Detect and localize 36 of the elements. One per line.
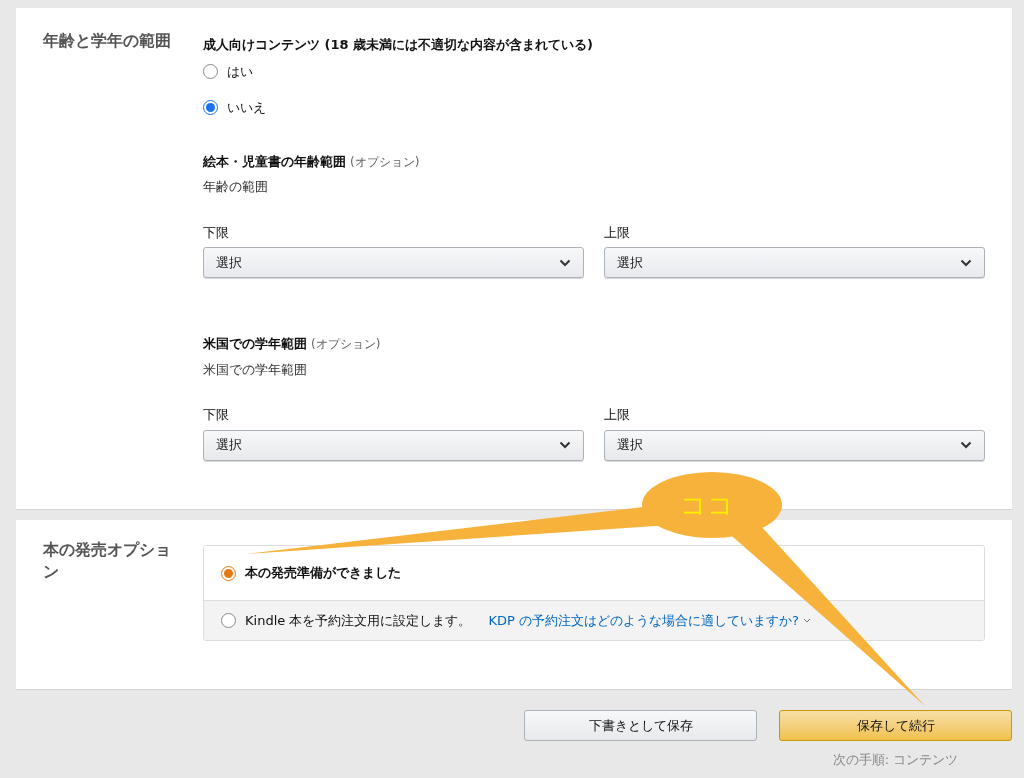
field-description: 年齢の範囲 <box>203 178 269 196</box>
dropdown-select[interactable]: 選択 <box>203 429 584 461</box>
save-draft-button[interactable]: 下書きとして保存 <box>524 710 757 741</box>
chevron-down-icon <box>559 441 571 449</box>
field-label: 上限 <box>604 406 631 424</box>
radio-button[interactable] <box>221 565 236 581</box>
callout-label: ココ <box>680 490 734 520</box>
radio-button[interactable] <box>203 63 218 79</box>
radio-button[interactable] <box>203 100 218 116</box>
section-heading: 年齢と学年の範囲 <box>43 31 171 50</box>
field-heading: 成人向けコンテンツ (18 歳未満には不適切な内容が含まれている) <box>203 36 595 54</box>
chevron-down-icon <box>802 618 811 623</box>
field-heading: 米国での学年範囲 <box>203 335 307 353</box>
next-step-text: 次の手順: コンテンツ <box>832 751 959 769</box>
field-label: 下限 <box>203 406 230 424</box>
radio-button[interactable] <box>221 613 236 628</box>
dropdown-select[interactable]: 選択 <box>203 247 584 278</box>
field-heading: 絵本・児童書の年齢範囲 <box>203 152 346 171</box>
chevron-down-icon <box>960 441 972 449</box>
chevron-down-icon <box>960 258 972 267</box>
save-continue-button[interactable]: 保存して続行 <box>779 710 1012 741</box>
option-label: Kindle 本を予約注文用に設定します。 <box>245 611 472 630</box>
optional-note: (オプション) <box>350 153 420 171</box>
radio-label: はい <box>227 62 253 81</box>
chevron-down-icon <box>559 258 571 267</box>
field-description: 米国での学年範囲 <box>203 360 308 379</box>
optional-note: (オプション) <box>311 336 381 353</box>
dropdown-select[interactable]: 選択 <box>604 429 985 461</box>
radio-label: いいえ <box>227 99 266 117</box>
option-label: 本の発売準備ができました <box>245 564 401 583</box>
field-label: 上限 <box>604 223 631 242</box>
help-link[interactable]: KDP の予約注文はどのような場合に適していますか? <box>488 610 811 631</box>
dropdown-select[interactable]: 選択 <box>604 247 985 278</box>
release-option[interactable]: Kindle 本を予約注文用に設定します。 KDP の予約注文はどのような場合に適していますか? <box>204 600 984 640</box>
field-label: 下限 <box>203 223 230 242</box>
section-heading: 本の発売オプション <box>43 539 172 583</box>
